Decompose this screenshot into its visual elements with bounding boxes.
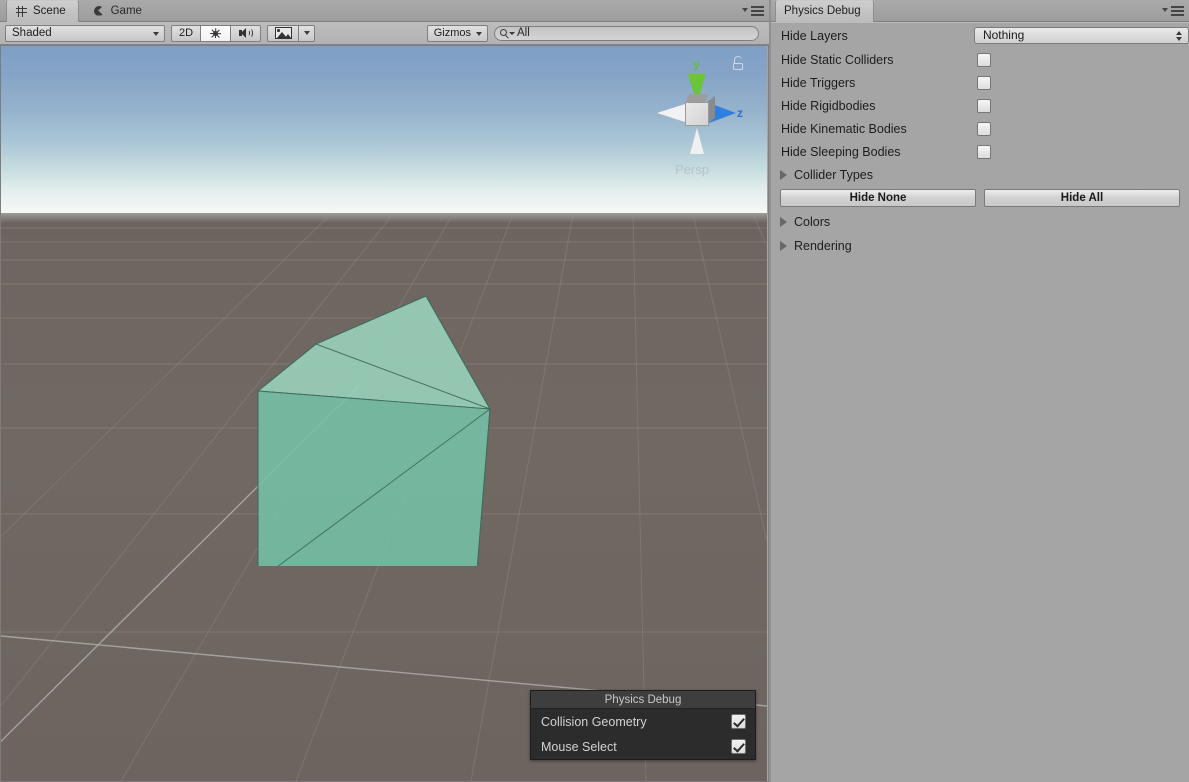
physics-tabstrip: Physics Debug [771, 0, 1189, 22]
checkbox-hide-rigidbodies[interactable] [977, 99, 991, 113]
hide-layers-dropdown[interactable]: Nothing [974, 27, 1189, 44]
row-hide-static-colliders: Hide Static Colliders [771, 48, 1189, 71]
toggle-2d-button[interactable]: 2D [171, 25, 201, 42]
gizmo-center-cube[interactable] [685, 102, 709, 126]
overlay-label-mouse-select: Mouse Select [541, 740, 731, 754]
label-hide-rigidbodies: Hide Rigidbodies [781, 99, 977, 113]
chevron-right-icon [780, 241, 787, 251]
gizmo-axis-z-label: z [737, 106, 743, 120]
toggle-lighting-button[interactable] [201, 25, 231, 42]
label-hide-kinematic-bodies: Hide Kinematic Bodies [781, 122, 977, 136]
scene-fx-group [267, 25, 315, 42]
label-hide-triggers: Hide Triggers [781, 76, 977, 90]
toggle-scene-fx-button[interactable] [267, 25, 299, 42]
tab-scene[interactable]: Scene [6, 0, 79, 22]
overlay-row-collision-geometry[interactable]: Collision Geometry [531, 709, 755, 734]
unity-editor-window: Scene Game Shaded 2D [0, 0, 1189, 782]
gizmo-axis-y-label: y [693, 57, 700, 71]
physics-debug-overlay-title: Physics Debug [531, 691, 755, 709]
hide-buttons-row: Hide None Hide All [771, 187, 1189, 210]
foldout-colors-label: Colors [794, 215, 830, 229]
chevron-down-icon [476, 32, 482, 36]
row-hide-sleeping-bodies: Hide Sleeping Bodies [771, 140, 1189, 163]
foldout-collider-types-label: Collider Types [794, 168, 873, 182]
tab-physics-debug[interactable]: Physics Debug [775, 0, 874, 22]
tab-game[interactable]: Game [85, 0, 154, 22]
overlay-label-collision-geometry: Collision Geometry [541, 715, 731, 729]
checkbox-hide-static-colliders[interactable] [977, 53, 991, 67]
chevron-down-icon [304, 31, 310, 35]
foldout-rendering-label: Rendering [794, 239, 852, 253]
speaker-icon [237, 26, 254, 40]
draw-mode-dropdown[interactable]: Shaded [5, 25, 165, 42]
scene-view-toggles: 2D [171, 25, 261, 42]
checkbox-hide-sleeping-bodies[interactable] [977, 145, 991, 159]
foldout-rendering[interactable]: Rendering [771, 234, 1189, 258]
scene-viewport[interactable]: y z Persp Physics Debug Collision Geomet… [1, 46, 767, 781]
scene-panel-menu-button[interactable] [742, 5, 764, 17]
gizmos-dropdown-button[interactable]: Gizmos [427, 25, 488, 42]
grid-hash-icon [15, 5, 28, 18]
checkbox-hide-kinematic-bodies[interactable] [977, 122, 991, 136]
overlay-checkbox-collision-geometry[interactable] [731, 714, 746, 729]
label-hide-sleeping-bodies: Hide Sleeping Bodies [781, 145, 977, 159]
toggle-audio-button[interactable] [231, 25, 261, 42]
up-down-arrows-icon [1176, 31, 1183, 41]
gizmos-label: Gizmos [434, 26, 471, 41]
hide-none-label: Hide None [850, 192, 907, 204]
label-hide-static-colliders: Hide Static Colliders [781, 53, 977, 67]
scene-search-value: All [517, 27, 530, 39]
physics-debug-overlay: Physics Debug Collision Geometry Mouse S… [530, 690, 756, 760]
toggle-2d-label: 2D [179, 26, 193, 41]
tab-physics-debug-label: Physics Debug [784, 1, 861, 22]
chevron-down-icon [153, 32, 159, 36]
sun-icon [208, 26, 224, 40]
row-hide-triggers: Hide Triggers [771, 71, 1189, 94]
label-hide-layers: Hide Layers [781, 29, 974, 43]
overlay-checkbox-mouse-select[interactable] [731, 739, 746, 754]
gizmo-projection-label[interactable]: Persp [675, 162, 709, 177]
foldout-collider-types[interactable]: Collider Types [771, 163, 1189, 187]
scene-view-panel: Scene Game Shaded 2D [0, 0, 769, 782]
scene-toolbar: Shaded 2D [0, 22, 769, 45]
unlocked-padlock-icon[interactable] [732, 56, 745, 71]
scene-fx-dropdown-button[interactable] [299, 25, 315, 42]
overlay-row-mouse-select[interactable]: Mouse Select [531, 734, 755, 759]
hide-all-button[interactable]: Hide All [984, 189, 1180, 207]
chevron-down-icon [1162, 8, 1168, 12]
chevron-right-icon [780, 170, 787, 180]
chevron-down-icon [742, 8, 748, 12]
hide-layers-value: Nothing [983, 28, 1024, 43]
hamburger-icon [1171, 6, 1184, 16]
hamburger-icon [751, 6, 764, 16]
physics-panel-menu-button[interactable] [1162, 5, 1184, 17]
search-icon [500, 29, 515, 39]
row-hide-kinematic-bodies: Hide Kinematic Bodies [771, 117, 1189, 140]
image-effects-icon [275, 27, 292, 39]
tab-scene-label: Scene [33, 1, 66, 22]
chevron-right-icon [780, 217, 787, 227]
hide-all-label: Hide All [1061, 192, 1103, 204]
row-hide-layers: Hide Layers Nothing [771, 23, 1189, 48]
game-pacman-icon [93, 5, 106, 18]
gizmo-axis-neg-z-cone[interactable] [657, 104, 685, 122]
foldout-colors[interactable]: Colors [771, 210, 1189, 234]
scene-search-input[interactable]: All [494, 26, 759, 41]
hide-none-button[interactable]: Hide None [780, 189, 976, 207]
collision-geometry-cube [253, 296, 503, 566]
physics-debug-body: Hide Layers Nothing Hide Static Collider… [771, 23, 1189, 782]
scene-tabstrip: Scene Game [0, 0, 769, 22]
scene-orientation-gizmo[interactable]: y z Persp [647, 54, 747, 184]
checkbox-hide-triggers[interactable] [977, 76, 991, 90]
row-hide-rigidbodies: Hide Rigidbodies [771, 94, 1189, 117]
physics-debug-panel: Physics Debug Hide Selected Items Reset … [771, 0, 1189, 782]
draw-mode-label: Shaded [12, 27, 52, 39]
tab-game-label: Game [111, 1, 142, 22]
gizmo-axis-neg-y-cone[interactable] [690, 128, 704, 154]
